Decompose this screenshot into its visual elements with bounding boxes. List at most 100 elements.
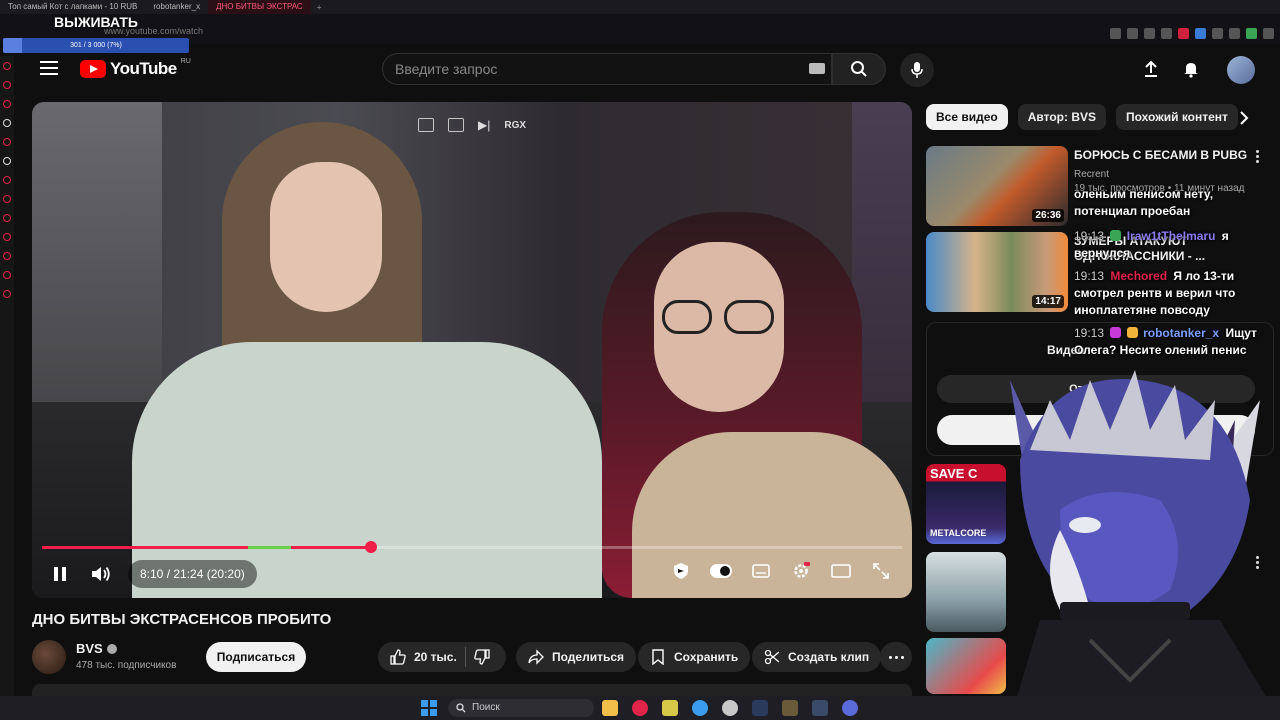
extension-icon[interactable] [1178, 27, 1189, 39]
channel-avatar[interactable] [32, 640, 66, 674]
account-avatar[interactable] [1227, 56, 1255, 84]
picture-in-picture-icon[interactable] [418, 118, 434, 132]
sidebar-app-icon[interactable] [3, 81, 11, 89]
sidebar-app-icon[interactable] [3, 214, 11, 222]
dislike-button[interactable] [474, 649, 490, 665]
app-icon[interactable] [812, 700, 828, 716]
theater-mode-button[interactable] [830, 562, 852, 580]
thumbs-down-icon [474, 649, 490, 665]
notifications-button[interactable] [1180, 58, 1202, 80]
save-button[interactable]: Сохранить [638, 642, 751, 672]
steam-icon[interactable] [752, 700, 768, 716]
recommendation-thumbnail[interactable]: 14:17 [926, 232, 1068, 312]
recommendation-thumbnail[interactable]: 26:36 [926, 146, 1068, 226]
taskbar-search[interactable]: Поиск [448, 699, 594, 717]
pause-button[interactable] [48, 562, 72, 586]
create-clip-button[interactable]: Создать клип [752, 642, 882, 672]
menu-icon[interactable] [40, 61, 58, 75]
share-icon [528, 649, 544, 665]
enter-icon[interactable] [448, 118, 464, 132]
skip-icon[interactable]: ▶| [478, 118, 490, 132]
player-overlay-label[interactable]: RGX [504, 120, 526, 131]
chip-similar[interactable]: Похожий контент [1116, 104, 1238, 130]
video-title: ДНО БИТВЫ ЭКСТРАСЕНСОВ ПРОБИТО [32, 611, 332, 628]
windows-start-icon[interactable] [421, 700, 437, 716]
player-extension-icons: ▶| RGX [418, 118, 526, 132]
sidebar-app-icon[interactable] [3, 290, 11, 298]
like-count[interactable]: 20 тыс. [414, 650, 457, 664]
more-actions-button[interactable] [880, 642, 912, 672]
sidebar-app-icon[interactable] [3, 62, 11, 70]
fullscreen-button[interactable] [870, 562, 892, 580]
telegram-icon[interactable] [692, 700, 708, 716]
extension-icon[interactable] [1229, 27, 1240, 39]
progress-bar[interactable] [42, 541, 902, 553]
new-tab-icon[interactable]: + [311, 3, 328, 12]
chat-crown-icon [1126, 327, 1138, 338]
sidebar-app-icon[interactable] [3, 252, 11, 260]
youtube-header: YouTube RU [14, 48, 1280, 92]
app-icon[interactable] [842, 700, 858, 716]
fullscreen-icon [873, 563, 889, 579]
extension-icon[interactable] [1263, 27, 1274, 39]
extension-icon[interactable] [1127, 27, 1138, 39]
channel-name[interactable]: BVS [76, 641, 117, 656]
search-button[interactable] [832, 53, 886, 85]
extension-icon[interactable] [1212, 27, 1223, 39]
stream-goal-title: ВЫЖИВАТЬ [54, 14, 138, 30]
keyboard-icon[interactable] [809, 63, 825, 74]
app-icon[interactable] [662, 700, 678, 716]
autoplay-toggle[interactable] [710, 562, 732, 580]
chip-author[interactable]: Автор: BVS [1017, 104, 1107, 130]
chat-time: 19:13 [1074, 229, 1105, 243]
chip-all-videos[interactable]: Все видео [926, 104, 1008, 130]
pause-icon [54, 567, 58, 581]
sidebar-app-icon[interactable] [3, 176, 11, 184]
bell-icon [1184, 63, 1198, 78]
video-player[interactable]: ▶| RGX 8:10 / 21:24 (20:20) [32, 102, 912, 598]
browser-tab[interactable]: robotanker_x [145, 0, 208, 14]
thumbs-up-icon [390, 649, 406, 665]
browser-app-icon[interactable] [632, 700, 648, 716]
shield-button[interactable] [670, 562, 692, 580]
sidebar-app-icon[interactable] [3, 233, 11, 241]
screen: Топ самый Кот с лапками - 10 RUB robotan… [0, 0, 1280, 720]
search-input[interactable] [395, 61, 795, 77]
volume-button[interactable] [90, 562, 116, 586]
progress-handle[interactable] [364, 541, 377, 553]
sidebar-app-icon[interactable] [3, 100, 11, 108]
thumbnail-save-text: SAVE C [930, 466, 978, 481]
subscriber-count: 478 тыс. подписчиков [76, 660, 177, 671]
like-button[interactable] [390, 649, 406, 665]
chat-message: оленьим пенисом нету, потенциал проебан [1074, 186, 1278, 220]
extension-icon[interactable] [1110, 27, 1121, 39]
youtube-logo[interactable]: YouTube RU [80, 58, 191, 79]
channel-name-text[interactable]: BVS [76, 641, 103, 656]
browser-tab[interactable]: Топ самый Кот с лапками - 10 RUB [0, 0, 145, 14]
taskbar: Поиск [0, 696, 1280, 720]
settings-button[interactable] [790, 562, 812, 580]
sidebar-app-icon[interactable] [3, 195, 11, 203]
voice-search-button[interactable] [900, 53, 934, 87]
browser-tab-active[interactable]: ДНО БИТВЫ ЭКСТРАС [208, 0, 311, 14]
share-button[interactable]: Поделиться [516, 642, 637, 672]
folder-icon[interactable] [602, 700, 618, 716]
extension-icon[interactable] [1161, 27, 1172, 39]
app-icon[interactable] [782, 700, 798, 716]
chips-next-button[interactable] [1234, 108, 1254, 128]
sidebar-app-icon[interactable] [3, 157, 11, 165]
extension-icon[interactable] [1246, 27, 1257, 39]
app-icon[interactable] [722, 700, 738, 716]
subtitles-button[interactable] [750, 562, 772, 580]
upload-button[interactable] [1140, 58, 1162, 80]
sidebar-app-icon[interactable] [3, 271, 11, 279]
extension-icon[interactable] [1195, 27, 1206, 39]
recommendation-menu-button[interactable] [1256, 150, 1260, 163]
gear-icon [794, 562, 810, 578]
recommendation-title[interactable]: БОРЮСЬ С БЕСАМИ В PUBG [1074, 148, 1254, 163]
sidebar-app-icon[interactable] [3, 119, 11, 127]
extension-icon[interactable] [1144, 27, 1155, 39]
sidebar-app-icon[interactable] [3, 138, 11, 146]
save-label: Сохранить [674, 650, 739, 664]
subscribe-button[interactable]: Подписаться [206, 642, 306, 672]
